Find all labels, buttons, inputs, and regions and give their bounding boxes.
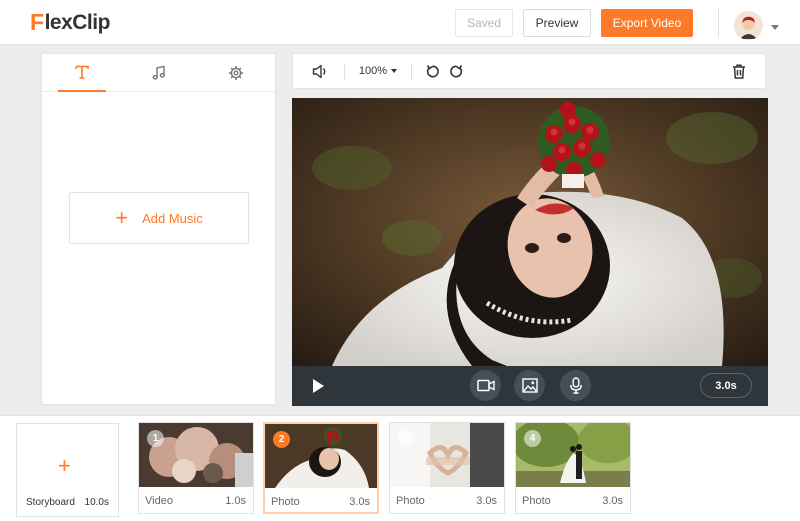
preview-image: [292, 98, 768, 366]
clip-type: Photo: [522, 495, 551, 507]
undo-button[interactable]: [421, 54, 443, 88]
add-video-button[interactable]: [470, 370, 501, 401]
toolbar-separator: [344, 63, 345, 80]
header-divider: [718, 8, 719, 38]
storyboard-clip-2[interactable]: 2 Photo 3.0s: [263, 422, 379, 514]
left-panel: + Add Music: [41, 53, 276, 405]
storyboard-clip-4[interactable]: 4 Photo 3.0s: [515, 422, 631, 514]
preview-button[interactable]: Preview: [523, 9, 591, 37]
logo-mark: F: [30, 9, 44, 35]
editor-toolbar: 100%: [292, 53, 766, 89]
clip-type: Video: [145, 495, 173, 507]
clip-type: Photo: [396, 495, 425, 507]
clip-type: Photo: [271, 496, 300, 508]
music-note-icon: [152, 65, 165, 80]
zoom-select[interactable]: 100%: [357, 54, 399, 88]
export-video-button[interactable]: Export Video: [601, 9, 693, 37]
plus-icon: +: [58, 453, 71, 478]
top-header: FlexClip Saved Preview Export Video: [0, 0, 800, 45]
clip-duration: 1.0s: [225, 495, 246, 507]
clip-number: 3: [398, 430, 415, 447]
avatar[interactable]: [734, 11, 763, 40]
clip-duration: 3.0s: [349, 496, 370, 508]
storyboard-clip-1[interactable]: 1 Video 1.0s: [138, 422, 254, 514]
storyboard-total-duration: 10.0s: [84, 497, 109, 508]
clip-number: 2: [273, 431, 290, 448]
clip-duration-pill[interactable]: 3.0s: [700, 373, 752, 398]
tab-text[interactable]: [58, 54, 106, 92]
plus-icon: +: [115, 205, 129, 230]
undo-icon: [426, 64, 439, 77]
clip-duration: 3.0s: [476, 495, 497, 507]
add-image-button[interactable]: [514, 370, 545, 401]
microphone-icon: [569, 377, 582, 394]
video-preview-stage[interactable]: 3.0s: [292, 98, 768, 406]
redo-button[interactable]: [445, 54, 467, 88]
account-dropdown-caret-icon[interactable]: [771, 25, 779, 30]
volume-icon: [312, 64, 325, 78]
text-icon: [75, 65, 89, 79]
play-button[interactable]: [310, 377, 328, 395]
saved-button[interactable]: Saved: [455, 9, 513, 37]
logo-text: lexClip: [44, 10, 111, 34]
add-music-label: Add Music: [142, 210, 203, 226]
video-camera-icon: [476, 379, 495, 392]
clip-number: 1: [147, 430, 164, 447]
chevron-down-icon: [391, 69, 398, 73]
storyboard-label: Storyboard: [26, 497, 75, 508]
add-music-button[interactable]: + Add Music: [69, 192, 249, 244]
trash-icon: [733, 63, 745, 79]
storyboard-clip-3[interactable]: 3 Photo 3.0s: [389, 422, 505, 514]
preview-controls-bar: 3.0s: [292, 366, 768, 406]
play-icon: [313, 379, 324, 393]
clip-duration: 3.0s: [602, 495, 623, 507]
delete-button[interactable]: [727, 54, 751, 88]
flexclip-logo[interactable]: FlexClip: [30, 9, 110, 36]
tab-music[interactable]: [135, 54, 183, 92]
redo-icon: [449, 64, 462, 77]
tab-settings[interactable]: [212, 54, 260, 92]
toolbar-separator: [411, 63, 412, 80]
image-icon: [521, 378, 538, 393]
storyboard-bar: + Storyboard 10.0s 1 Video 1.0s 2 Photo …: [0, 415, 800, 521]
record-voice-button[interactable]: [560, 370, 591, 401]
gear-icon: [229, 66, 243, 80]
clip-number: 4: [524, 430, 541, 447]
panel-tabs: [42, 54, 275, 92]
add-scene-button[interactable]: + Storyboard 10.0s: [16, 423, 119, 517]
volume-button[interactable]: [307, 54, 333, 88]
zoom-value: 100%: [358, 65, 388, 77]
